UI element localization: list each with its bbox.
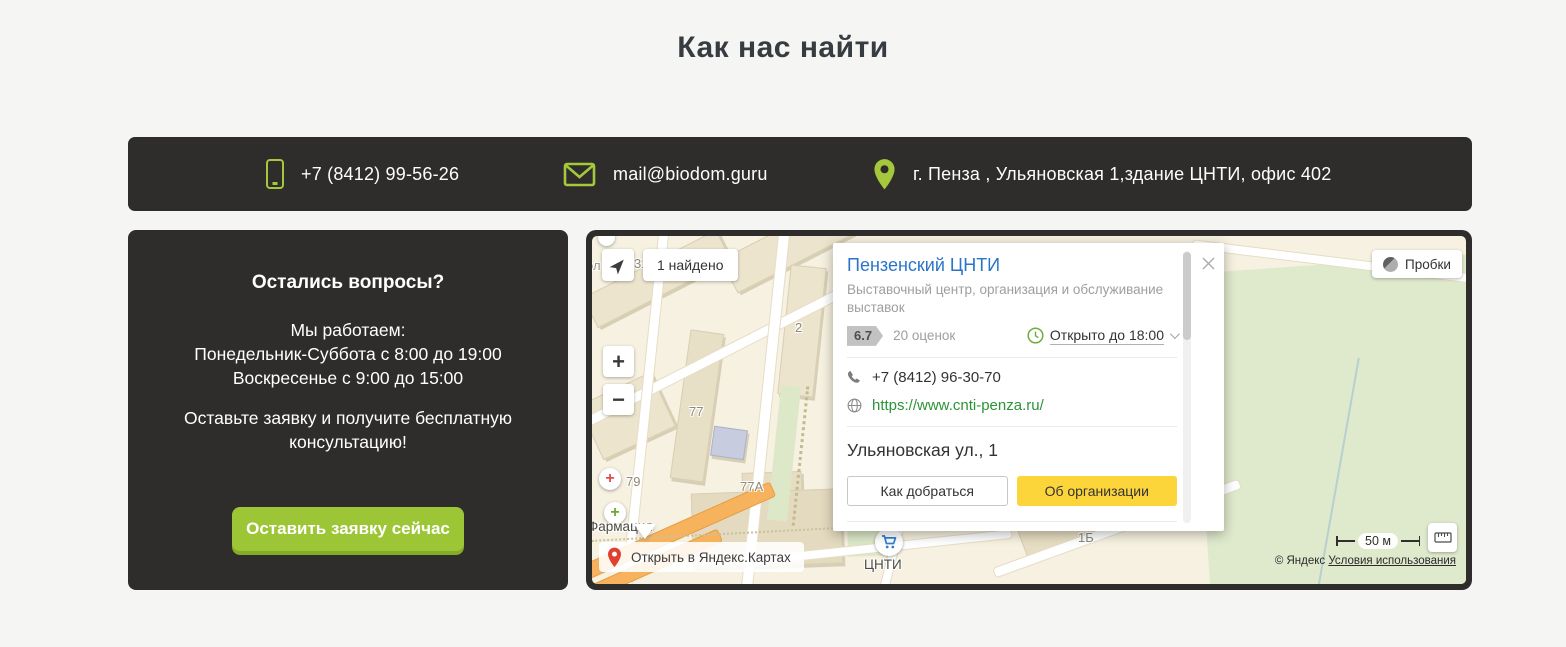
map-surface[interactable]: ол 31 2 77 77А 1Б 79 Фармация ЦНТИ + + <box>592 236 1466 584</box>
working-hours: Мы работаем: Понедельник-Суббота с 8:00 … <box>128 318 568 390</box>
map-poi[interactable] <box>598 236 615 246</box>
location-pin-icon <box>873 158 896 191</box>
map-building-blue <box>710 425 748 461</box>
ruler-button[interactable] <box>1428 523 1457 552</box>
place-popup: Пензенский ЦНТИ Выставочный центр, орган… <box>833 243 1224 531</box>
popup-phone-number: +7 (8412) 96-30-70 <box>872 368 1001 386</box>
search-results-badge[interactable]: 1 найдено <box>643 249 738 281</box>
map-street-label: ол <box>592 258 601 273</box>
contact-address: г. Пенза , Ульяновская 1,здание ЦНТИ, оф… <box>873 137 1331 211</box>
page-title: Как нас найти <box>677 31 889 64</box>
traffic-icon <box>1383 256 1398 272</box>
envelope-icon <box>563 162 596 187</box>
page: Как нас найти +7 (8412) 99-56-26 mail@bi… <box>0 0 1566 647</box>
map-label-cnti: ЦНТИ <box>864 557 902 572</box>
working-hours-line: Понедельник-Суббота с 8:00 до 19:00 <box>194 344 502 364</box>
divider <box>847 425 1177 427</box>
shopping-cart-icon <box>882 535 897 549</box>
contact-bar: +7 (8412) 99-56-26 mail@biodom.guru г. П… <box>128 137 1472 211</box>
popup-scrollbar-thumb[interactable] <box>1183 252 1191 340</box>
reviews-link[interactable]: 20 оценок <box>893 328 955 343</box>
navigation-arrow-icon <box>609 259 624 275</box>
contact-address-text: г. Пенза , Ульяновская 1,здание ЦНТИ, оф… <box>913 163 1332 184</box>
scale-bar <box>1337 540 1356 542</box>
scale-bar <box>1401 540 1419 542</box>
questions-panel: Остались вопросы? Мы работаем: Понедельн… <box>128 230 568 590</box>
popup-phone-row: +7 (8412) 96-30-70 <box>847 369 1177 386</box>
phone-handset-icon <box>847 370 860 383</box>
clock-icon <box>1027 327 1044 344</box>
geolocation-button[interactable] <box>602 249 634 281</box>
chevron-down-icon <box>1169 329 1180 340</box>
popup-place-category: Выставочный центр, организация и обслужи… <box>847 282 1164 315</box>
divider <box>847 356 1177 358</box>
map-label-77a: 77А <box>740 479 764 494</box>
open-in-yandex-text: Открыть в Яндекс.Картах <box>631 549 791 565</box>
open-in-yandex-link[interactable]: Открыть в Яндекс.Картах <box>599 542 804 572</box>
ruler-icon <box>1433 532 1452 543</box>
contact-email-text: mail@biodom.guru <box>613 163 768 184</box>
divider <box>847 520 1177 522</box>
close-icon <box>1202 257 1214 269</box>
about-organization-button[interactable]: Об организации <box>1016 475 1177 506</box>
open-status-text: Открыто до 18:00 <box>1049 326 1164 345</box>
zoom-out-button[interactable]: − <box>603 384 634 415</box>
popup-place-title[interactable]: Пензенский ЦНТИ <box>847 255 1177 276</box>
map-widget: ол 31 2 77 77А 1Б 79 Фармация ЦНТИ + + <box>586 230 1472 590</box>
popup-scrollbar <box>1183 251 1191 523</box>
map-copyright: © Яндекс Условия использования <box>1275 555 1456 567</box>
map-label-1b: 1Б <box>1078 530 1094 545</box>
popup-buttons: Как добраться Об организации <box>847 475 1177 506</box>
contact-email: mail@biodom.guru <box>563 137 768 211</box>
terms-of-use-link[interactable]: Условия использования <box>1328 555 1456 567</box>
cnti-placemark[interactable] <box>875 528 903 556</box>
contact-phone-text: +7 (8412) 99-56-26 <box>301 163 460 184</box>
rating-group: 6.7 20 оценок <box>847 325 955 346</box>
map-label-79: 79 <box>626 474 641 489</box>
map-scale: 50 м <box>1336 533 1421 549</box>
traffic-button[interactable]: Пробки <box>1372 250 1462 278</box>
copyright-text: © Яндекс <box>1274 555 1326 567</box>
scale-tick <box>1418 536 1421 546</box>
popup-close-button[interactable] <box>1197 252 1219 274</box>
map-label-2: 2 <box>795 320 803 335</box>
scale-label: 50 м <box>1358 533 1398 549</box>
red-cross-glyph: + <box>605 470 615 487</box>
traffic-label: Пробки <box>1405 256 1451 272</box>
popup-website-link[interactable]: https://www.cnti-penza.ru/ <box>872 397 1044 414</box>
working-hours-line: Мы работаем: <box>290 320 406 340</box>
working-hours-line: Воскресенье с 9:00 до 15:00 <box>232 368 464 388</box>
popup-site-row: https://www.cnti-penza.ru/ <box>847 397 1177 414</box>
globe-icon <box>847 398 862 413</box>
mobile-phone-icon <box>266 159 284 189</box>
popup-address: Ульяновская ул., 1 <box>847 439 999 460</box>
popup-content: Пензенский ЦНТИ Выставочный центр, орган… <box>833 243 1180 522</box>
contact-phone: +7 (8412) 99-56-26 <box>266 137 459 211</box>
map-label-77: 77 <box>689 404 704 419</box>
popup-tail <box>634 524 656 539</box>
yandex-pin-icon <box>608 547 621 567</box>
promo-text: Оставьте заявку и получите бесплатную ко… <box>184 408 512 452</box>
popup-meta-row: 6.7 20 оценок Открыто до 18:00 <box>847 325 1180 346</box>
leave-request-button[interactable]: Оставить заявку сейчас <box>232 507 464 551</box>
pharmacy-poi-icon[interactable]: + <box>599 468 621 490</box>
panel-title: Остались вопросы? <box>251 272 445 293</box>
directions-button[interactable]: Как добраться <box>847 475 1008 506</box>
zoom-in-button[interactable]: + <box>603 346 634 377</box>
open-status[interactable]: Открыто до 18:00 <box>1027 326 1180 345</box>
rating-badge[interactable]: 6.7 <box>847 325 884 346</box>
